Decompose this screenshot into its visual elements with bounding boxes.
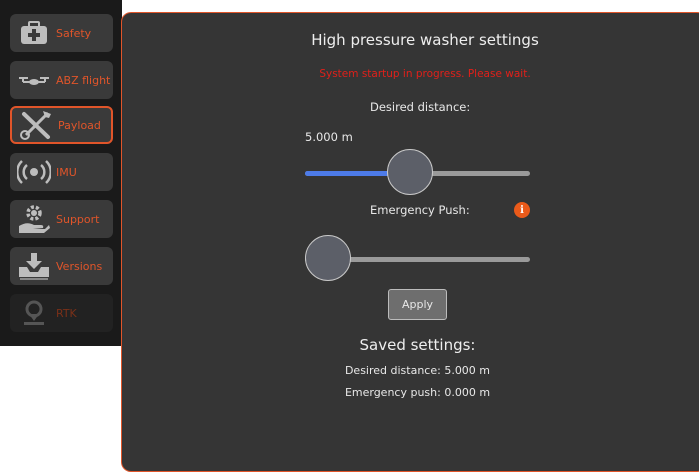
sidebar-item-abz-flight[interactable]: ABZ flight	[10, 61, 113, 99]
slider-thumb[interactable]	[387, 149, 434, 195]
tools-icon	[16, 108, 56, 142]
desired-distance-slider[interactable]	[305, 149, 530, 199]
sidebar-item-imu[interactable]: IMU	[10, 153, 113, 191]
sidebar-item-label: ABZ flight	[56, 73, 111, 87]
gear-hand-icon	[14, 202, 54, 236]
sidebar-item-rtk[interactable]: RTK	[10, 294, 113, 332]
download-tray-icon	[14, 249, 54, 283]
drone-icon	[14, 63, 54, 97]
sidebar-item-versions[interactable]: Versions	[10, 247, 113, 285]
saved-desired-distance: Desired distance: 5.000 m	[344, 364, 491, 377]
sidebar-item-label: IMU	[56, 165, 77, 179]
desired-distance-label: Desired distance:	[370, 100, 471, 114]
sidebar-item-label: Safety	[56, 26, 92, 40]
sidebar-item-label: Support	[56, 212, 100, 226]
sidebar: Safety ABZ flight Payload IMU Support Ve…	[0, 0, 122, 346]
emergency-push-label: Emergency Push:	[370, 203, 470, 217]
saved-settings-title: Saved settings:	[359, 336, 476, 354]
sidebar-item-label: Payload	[58, 118, 101, 132]
info-icon[interactable]: i	[514, 202, 530, 218]
sidebar-item-payload[interactable]: Payload	[10, 106, 113, 144]
desired-distance-value: 5.000 m	[305, 130, 353, 144]
sidebar-item-label: RTK	[56, 306, 77, 320]
sidebar-item-label: Versions	[56, 259, 103, 273]
status-message: System startup in progress. Please wait.	[319, 68, 531, 80]
emergency-push-slider[interactable]	[305, 235, 530, 285]
first-aid-kit-icon	[14, 16, 54, 50]
settings-panel: High pressure washer settings System sta…	[121, 12, 699, 472]
saved-emergency-push: Emergency push: 0.000 m	[344, 386, 491, 399]
slider-thumb[interactable]	[305, 235, 351, 281]
sidebar-item-support[interactable]: Support	[10, 200, 113, 238]
apply-button[interactable]: Apply	[388, 289, 447, 320]
sidebar-item-safety[interactable]: Safety	[10, 14, 113, 52]
broadcast-icon	[14, 155, 54, 189]
location-pin-icon	[14, 296, 54, 330]
page-title: High pressure washer settings	[311, 31, 539, 49]
